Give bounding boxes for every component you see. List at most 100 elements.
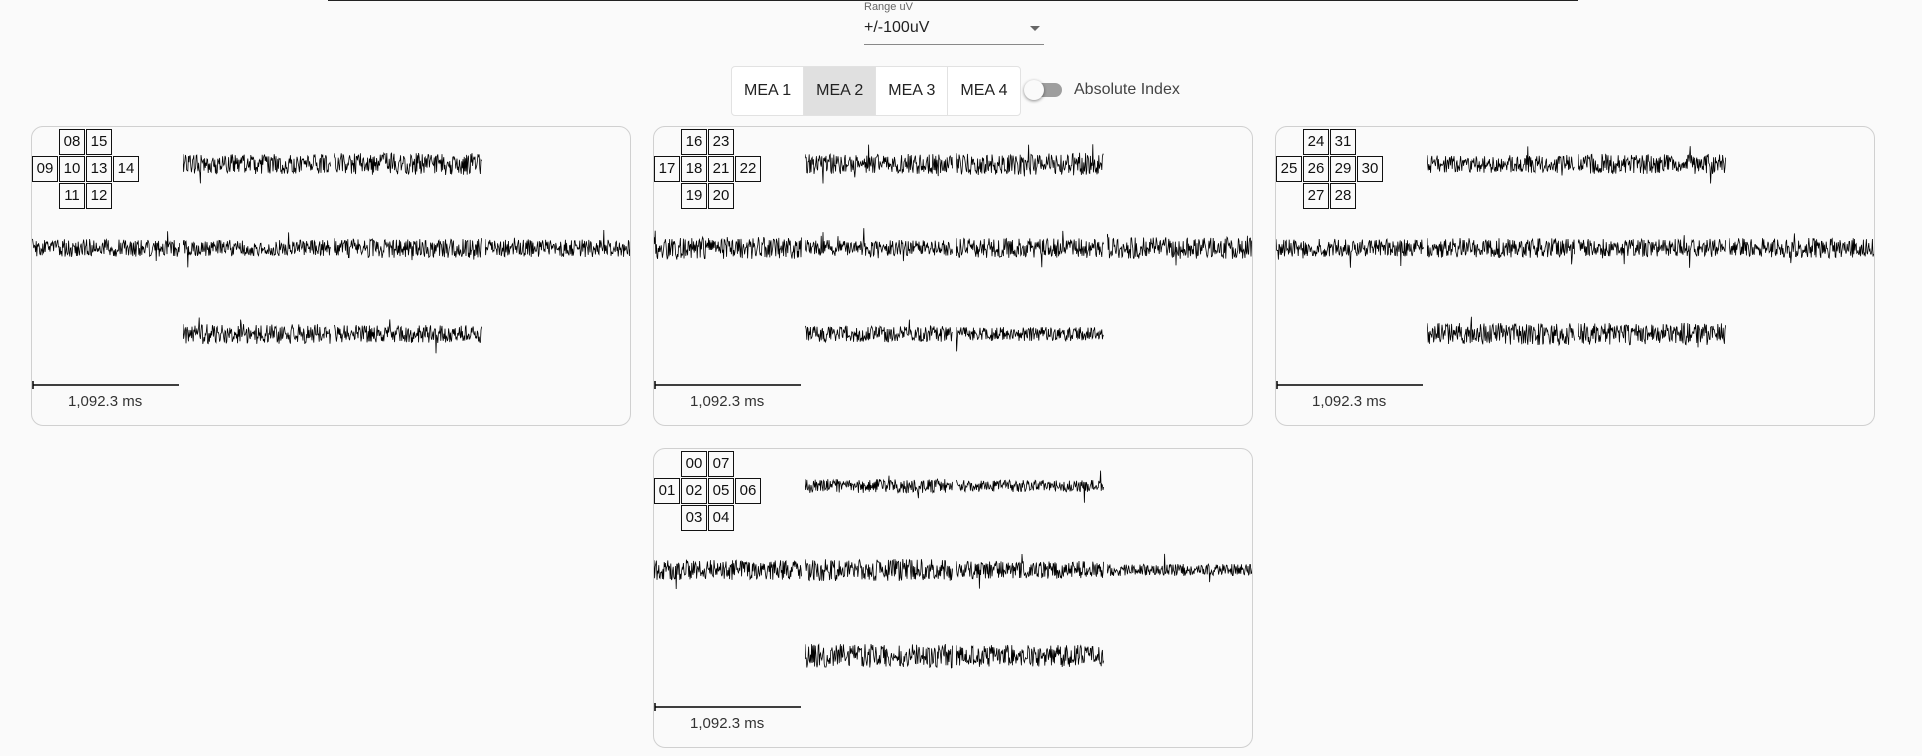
voltage-trace — [805, 643, 953, 669]
channel-label: 30 — [1357, 156, 1383, 182]
channel-label: 22 — [735, 156, 761, 182]
tab-mea-3[interactable]: MEA 3 — [876, 67, 949, 115]
channel-label: 09 — [32, 156, 58, 182]
voltage-trace — [1578, 146, 1726, 184]
voltage-trace — [1107, 233, 1252, 266]
voltage-trace — [805, 144, 953, 184]
trace-line — [334, 151, 482, 176]
voltage-trace — [1427, 316, 1575, 347]
voltage-trace — [1107, 553, 1252, 583]
channel-label: 16 — [681, 129, 707, 155]
trace-line — [1107, 553, 1252, 583]
trace-line — [956, 644, 1104, 668]
absolute-index-toggle[interactable]: Absolute Index — [1024, 78, 1180, 102]
trace-line — [1276, 238, 1424, 268]
channel-label: 23 — [708, 129, 734, 155]
tab-mea-4[interactable]: MEA 4 — [948, 67, 1019, 115]
voltage-trace — [805, 558, 953, 582]
channel-label: 14 — [113, 156, 139, 182]
voltage-trace — [956, 144, 1104, 177]
voltage-trace — [1578, 322, 1726, 348]
voltage-trace — [956, 644, 1104, 668]
trace-line — [805, 643, 953, 669]
voltage-trace — [1578, 235, 1726, 268]
voltage-trace — [805, 319, 953, 344]
voltage-trace — [32, 231, 180, 262]
channel-label: 21 — [708, 156, 734, 182]
trace-line — [183, 154, 331, 184]
voltage-trace — [183, 317, 331, 345]
trace-line — [183, 317, 331, 345]
trace-line — [805, 319, 953, 344]
trace-line — [1578, 322, 1726, 348]
trace-line — [805, 558, 953, 582]
voltage-trace — [805, 228, 953, 262]
channel-label: 28 — [1330, 183, 1356, 209]
trace-line — [956, 553, 1104, 589]
toggle-thumb[interactable] — [1024, 80, 1044, 100]
voltage-trace — [956, 553, 1104, 589]
channel-label: 07 — [708, 451, 734, 477]
channel-label: 06 — [735, 478, 761, 504]
voltage-trace — [334, 238, 482, 261]
channel-label: 25 — [1276, 156, 1302, 182]
trace-line — [956, 144, 1104, 177]
channel-label: 19 — [681, 183, 707, 209]
trace-line — [1578, 235, 1726, 268]
channel-label: 10 — [59, 156, 85, 182]
voltage-trace — [956, 470, 1104, 503]
range-label: Range uV — [864, 1, 913, 13]
time-scale-bar — [1276, 381, 1423, 389]
time-scale-bar — [32, 381, 179, 389]
channel-label: 20 — [708, 183, 734, 209]
tab-mea-2[interactable]: MEA 2 — [804, 67, 877, 115]
trace-line — [805, 475, 953, 499]
trace-line — [183, 232, 331, 268]
tab-mea-1[interactable]: MEA 1 — [732, 67, 805, 115]
channel-label: 11 — [59, 183, 85, 209]
voltage-trace — [1427, 146, 1575, 176]
voltage-trace — [183, 154, 331, 184]
channel-label: 00 — [681, 451, 707, 477]
channel-label: 05 — [708, 478, 734, 504]
toggle-track[interactable] — [1024, 80, 1062, 100]
channel-label: 15 — [86, 129, 112, 155]
channel-label: 03 — [681, 505, 707, 531]
channel-label: 29 — [1330, 156, 1356, 182]
trace-line — [1427, 316, 1575, 347]
voltage-trace — [1276, 238, 1424, 268]
electrode-panel: 00 07 01 02 05 06 03 04 1,092.3 ms — [653, 448, 1253, 748]
channel-label: 12 — [86, 183, 112, 209]
trace-line — [32, 231, 180, 262]
channel-label: 04 — [708, 505, 734, 531]
trace-line — [805, 228, 953, 262]
trace-line — [1427, 146, 1575, 176]
electrode-panel: 16 23 17 18 21 22 19 20 1,092.3 ms — [653, 126, 1253, 426]
channel-label: 01 — [654, 478, 680, 504]
range-underline — [864, 44, 1044, 45]
channel-label: 24 — [1303, 129, 1329, 155]
trace-line — [1729, 233, 1874, 264]
voltage-trace — [956, 326, 1104, 352]
trace-line — [654, 230, 802, 260]
voltage-trace — [334, 151, 482, 176]
trace-line — [956, 230, 1104, 268]
channel-label: 26 — [1303, 156, 1329, 182]
time-scale-label: 1,092.3 ms — [1312, 393, 1387, 410]
trace-line — [654, 559, 802, 590]
electrode-panel: 24 31 25 26 29 30 27 28 1,092.3 ms — [1275, 126, 1875, 426]
trace-line — [485, 229, 630, 258]
voltage-trace — [956, 230, 1104, 268]
range-value: +/-100uV — [864, 19, 930, 36]
absolute-index-label: Absolute Index — [1074, 81, 1180, 98]
trace-line — [1427, 237, 1575, 265]
time-scale-label: 1,092.3 ms — [690, 393, 765, 410]
electrode-panel: 08 15 09 10 13 14 11 12 1,092.3 ms — [31, 126, 631, 426]
channel-label: 02 — [681, 478, 707, 504]
trace-line — [334, 319, 482, 354]
channel-label: 18 — [681, 156, 707, 182]
range-select[interactable]: Range uV +/-100uV — [864, 0, 1044, 46]
trace-line — [805, 144, 953, 184]
time-scale-bar — [654, 381, 801, 389]
voltage-trace — [654, 230, 802, 260]
